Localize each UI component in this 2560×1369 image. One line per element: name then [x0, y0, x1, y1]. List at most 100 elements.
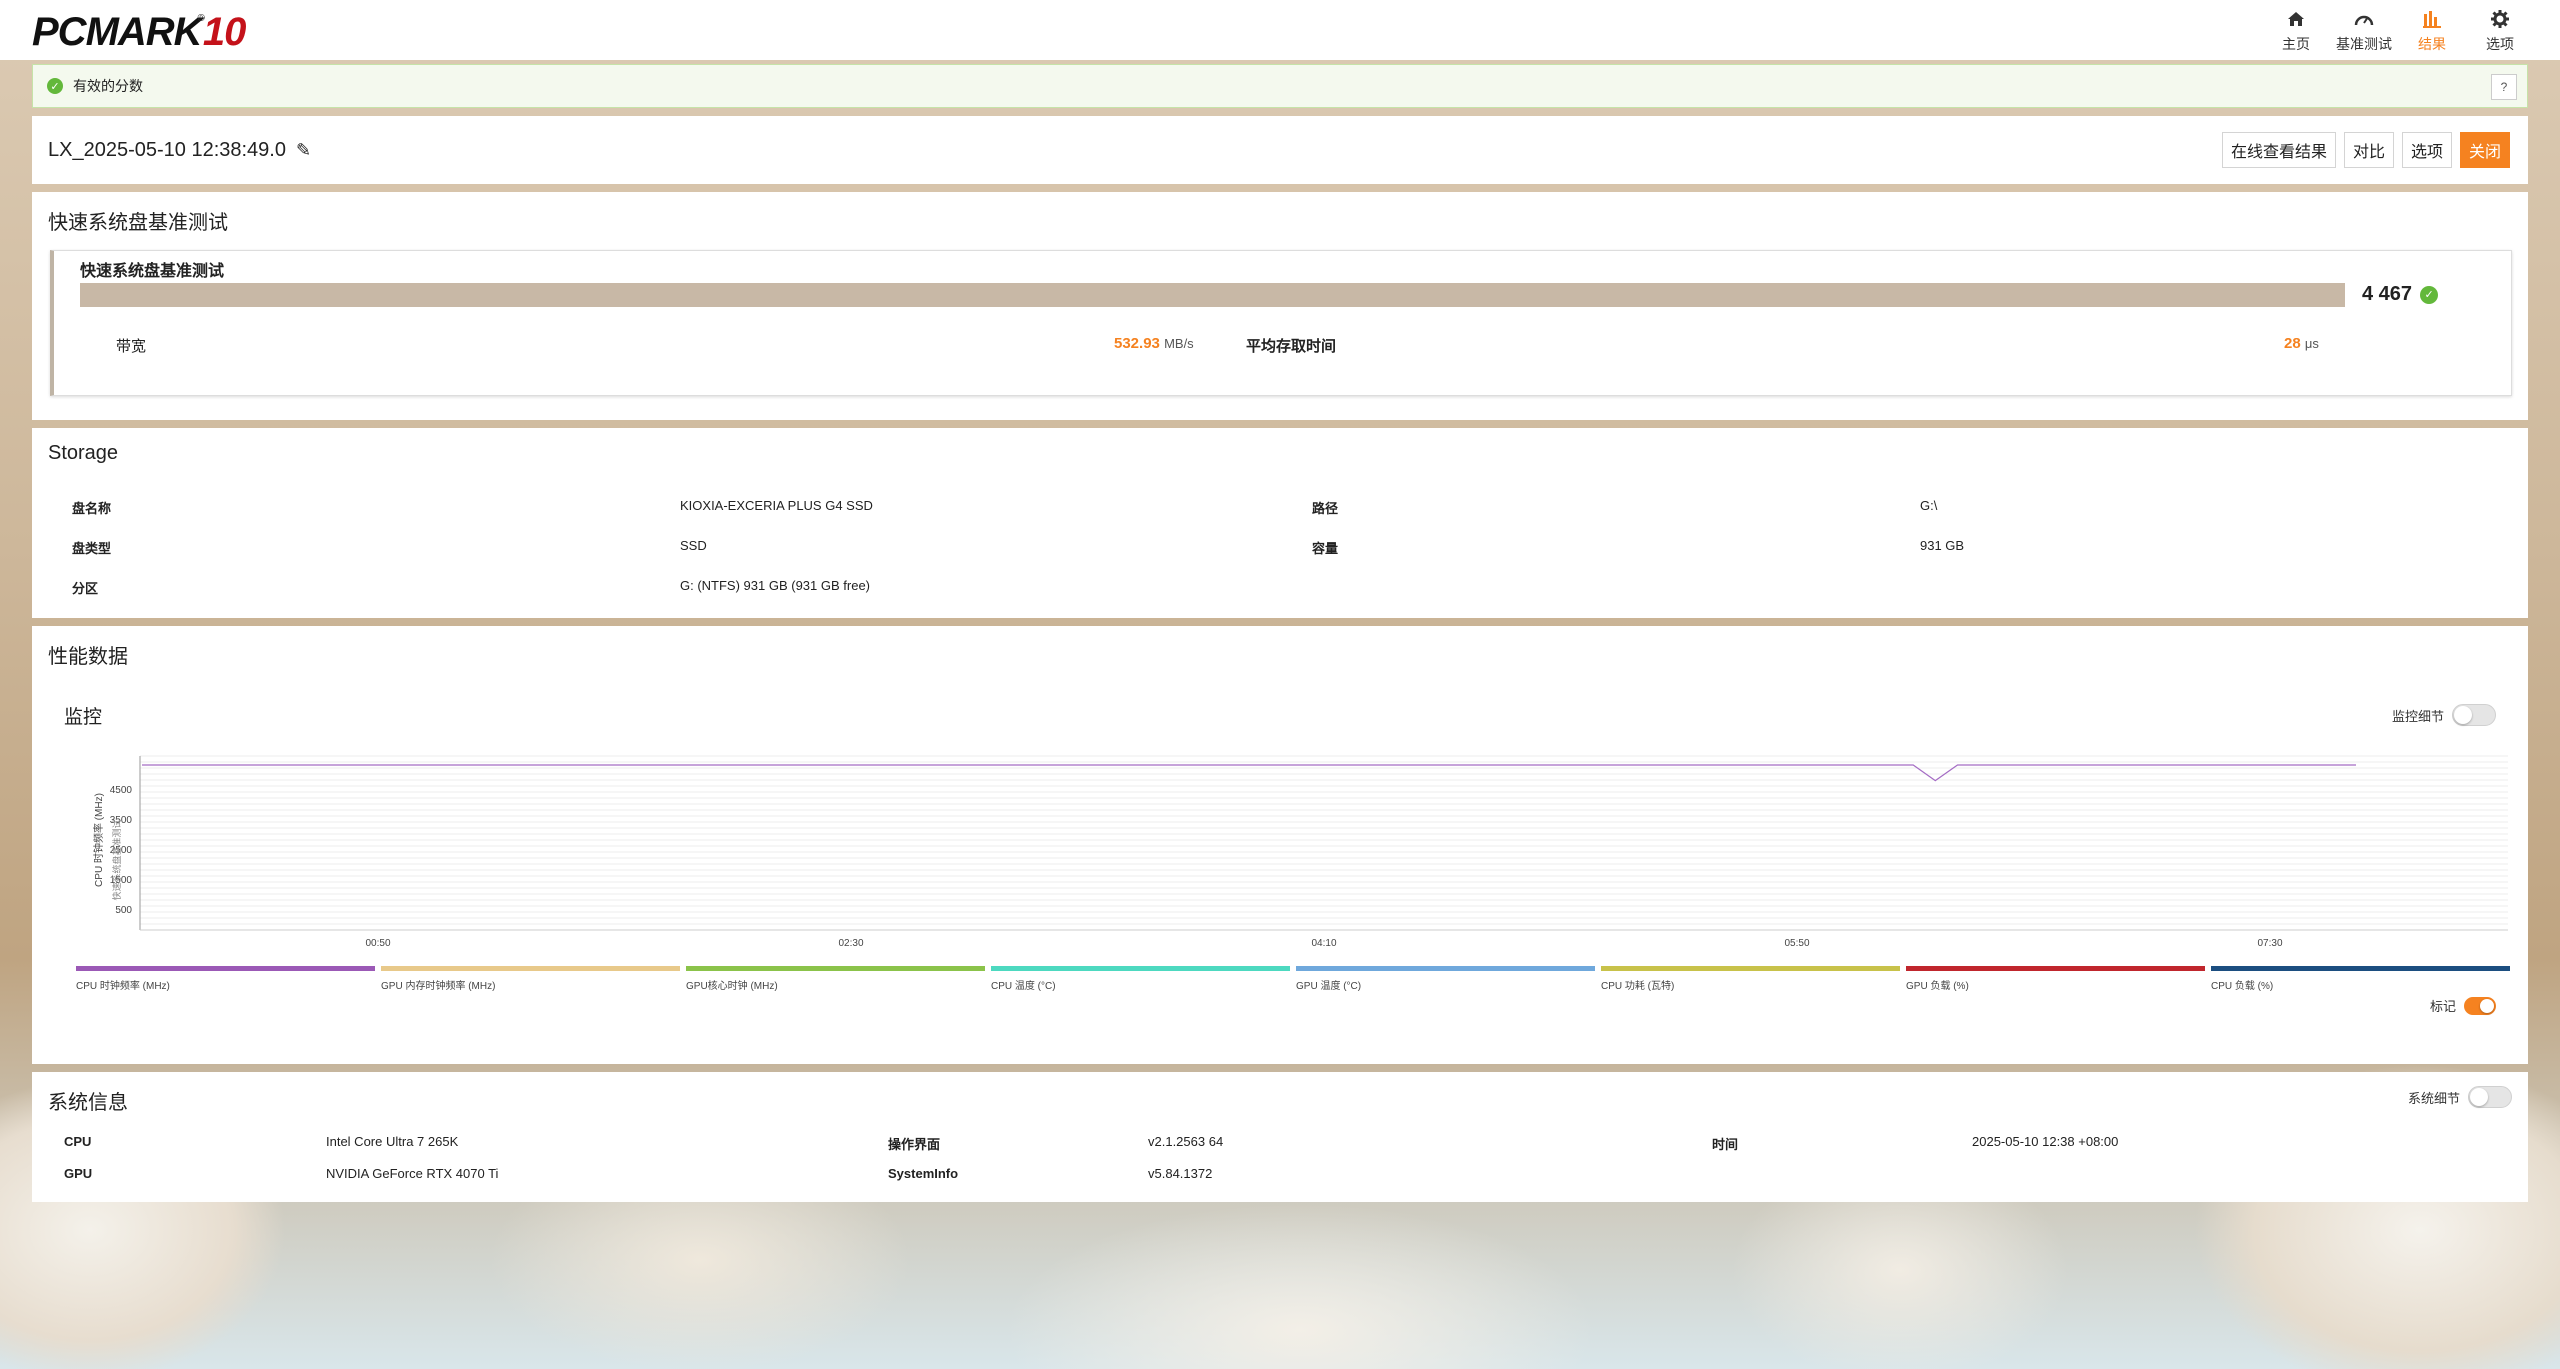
legend-item[interactable]: GPU 温度 (°C): [1296, 966, 1595, 1006]
y-tick-label: 500: [115, 905, 132, 916]
partition-value: G: (NTFS) 931 GB (931 GB free): [680, 578, 870, 593]
valid-score-banner: ✓ 有效的分数 ?: [32, 64, 2528, 108]
nav-benchmarks[interactable]: 基准测试: [2330, 6, 2398, 56]
legend-item[interactable]: GPU 负载 (%): [1906, 966, 2205, 1006]
score-value: 4 467: [2362, 283, 2413, 305]
time-value: 2025-05-10 12:38 +08:00: [1972, 1134, 2119, 1149]
legend-item[interactable]: CPU 功耗 (瓦特): [1601, 966, 1900, 1006]
legend-item[interactable]: CPU 温度 (°C): [991, 966, 1290, 1006]
benchmark-card-title: 快速系统盘基准测试: [80, 263, 225, 280]
markers-toggle-wrap: 标记: [2430, 996, 2496, 1015]
nav-options-label: 选项: [2486, 36, 2514, 52]
legend-label: CPU 温度 (°C): [991, 981, 1056, 992]
system-info-section-title: 系统信息: [48, 1092, 128, 1114]
gear-icon: [2489, 8, 2511, 30]
x-tick-label: 00:50: [365, 938, 390, 949]
view-online-button[interactable]: 在线查看结果: [2221, 132, 2336, 168]
result-header: LX_2025-05-10 12:38:49.0 ✎ 在线查看结果 对比 选项 …: [32, 116, 2528, 184]
nav-benchmarks-label: 基准测试: [2336, 36, 2392, 52]
main-nav: 主页 基准测试 结果 选项: [2262, 6, 2534, 56]
monitor-details-label: 监控细节: [2391, 708, 2444, 724]
monitor-title: 监控: [64, 707, 103, 728]
systeminfo-label: SystemInfo: [888, 1166, 959, 1181]
bandwidth-label: 带宽: [116, 338, 147, 355]
edit-pencil-icon[interactable]: ✎: [296, 140, 311, 161]
benchmark-score: 4 467 ✓: [2362, 283, 2439, 306]
markers-label: 标记: [2429, 999, 2456, 1014]
options-button[interactable]: 选项: [2401, 132, 2452, 168]
legend-item[interactable]: CPU 时钟频率 (MHz): [76, 966, 375, 1006]
markers-toggle[interactable]: [2464, 996, 2496, 1015]
capacity-value: 931 GB: [1920, 538, 1965, 553]
storage-panel: Storage 盘名称 KIOXIA-EXCERIA PLUS G4 SSD 路…: [32, 428, 2528, 618]
check-icon: ✓: [47, 78, 63, 94]
cpu-value: Intel Core Ultra 7 265K: [326, 1134, 459, 1149]
help-button[interactable]: ?: [2491, 74, 2517, 100]
legend-label: GPU 负载 (%): [1906, 981, 1969, 992]
bandwidth-metric: 532.93 MB/s: [1114, 335, 1194, 352]
logo-number: 10: [202, 10, 246, 54]
bandwidth-unit: MB/s: [1164, 336, 1194, 351]
monitor-details-toggle-wrap: 监控细节: [2392, 704, 2496, 726]
systeminfo-value: v5.84.1372: [1148, 1166, 1213, 1181]
top-bar: PCMARK ® 10 主页 基准测试 结果 选项: [0, 0, 2560, 60]
result-title: LX_2025-05-10 12:38:49.0: [48, 138, 286, 161]
pcmark-logo: PCMARK ® 10: [32, 10, 246, 54]
benchmark-section-title: 快速系统盘基准测试: [48, 212, 228, 234]
legend-label: GPU 内存时钟频率 (MHz): [381, 981, 496, 992]
monitor-details-toggle[interactable]: [2452, 704, 2496, 726]
capacity-label: 容量: [1312, 541, 1339, 556]
legend-item[interactable]: GPU 内存时钟频率 (MHz): [381, 966, 680, 1006]
x-tick-label: 04:10: [1311, 938, 1336, 949]
performance-panel: 性能数据 监控 监控细节 500 1500 2500 3500 4500 CPU 时钟频率…: [32, 626, 2528, 1064]
drive-type-label: 盘类型: [72, 541, 112, 556]
system-details-toggle[interactable]: [2468, 1086, 2512, 1108]
drive-type-value: SSD: [680, 538, 707, 553]
path-value: G:\: [1920, 498, 1938, 513]
legend-swatch: [1296, 966, 1595, 971]
nav-results[interactable]: 结果: [2398, 6, 2466, 56]
close-button[interactable]: 关闭: [2459, 132, 2510, 168]
monitor-chart: 5001500250035004500CPU 时钟频率 (MHz) 快速系统盘基准…: [92, 755, 2508, 949]
system-details-toggle-wrap: 系统细节: [2408, 1086, 2512, 1108]
result-actions: 在线查看结果 对比 选项 关闭: [2221, 132, 2510, 168]
drive-name-value: KIOXIA-EXCERIA PLUS G4 SSD: [680, 498, 873, 513]
legend-label: GPU 温度 (°C): [1296, 981, 1362, 992]
y-axis-label-secondary: 快速系统盘基准测试: [111, 819, 122, 900]
gui-version-value: v2.1.2563 64: [1148, 1134, 1224, 1149]
x-tick-label: 05:50: [1784, 938, 1809, 949]
storage-section-title: Storage: [48, 442, 119, 464]
drive-name-label: 盘名称: [72, 501, 112, 516]
legend-swatch: [991, 966, 1290, 971]
system-info-panel: 系统信息 系统细节 CPU Intel Core Ultra 7 265K GP…: [32, 1072, 2528, 1202]
score-check-icon: ✓: [2420, 285, 2439, 304]
bandwidth-value: 532.93: [1114, 335, 1160, 352]
valid-score-text: 有效的分数: [73, 78, 143, 94]
x-tick-label: 02:30: [838, 938, 863, 949]
bar-chart-icon: [2421, 8, 2443, 30]
system-details-label: 系统细节: [2407, 1090, 2460, 1106]
legend-swatch: [1601, 966, 1900, 971]
legend-swatch: [381, 966, 680, 971]
logo-text: PCMARK: [32, 10, 203, 54]
x-tick-label: 07:30: [2257, 938, 2282, 949]
compare-button[interactable]: 对比: [2343, 132, 2394, 168]
gui-version-label: 操作界面: [888, 1137, 941, 1152]
y-axis-label: CPU 时钟频率 (MHz): [92, 793, 105, 887]
latency-value: 28: [2284, 335, 2301, 352]
latency-unit: μs: [2304, 336, 2319, 351]
cpu-label: CPU: [64, 1134, 92, 1149]
benchmark-panel: 快速系统盘基准测试 快速系统盘基准测试 4 467 ✓ 带宽 532.93 MB…: [32, 192, 2528, 420]
nav-results-label: 结果: [2418, 36, 2446, 52]
nav-home[interactable]: 主页: [2262, 6, 2330, 56]
legend-label: CPU 时钟频率 (MHz): [76, 981, 170, 992]
legend-label: GPU核心时钟 (MHz): [686, 981, 778, 992]
cpu-clock-series-line: [142, 764, 2356, 782]
latency-label: 平均存取时间: [1246, 338, 1337, 355]
performance-section-title: 性能数据: [48, 646, 128, 668]
chart-legend: CPU 时钟频率 (MHz) GPU 内存时钟频率 (MHz) GPU核心时钟 (M…: [74, 966, 2514, 1006]
score-bar: [80, 283, 2345, 307]
nav-options[interactable]: 选项: [2466, 6, 2534, 56]
legend-item[interactable]: GPU核心时钟 (MHz): [686, 966, 985, 1006]
legend-swatch: [76, 966, 375, 971]
